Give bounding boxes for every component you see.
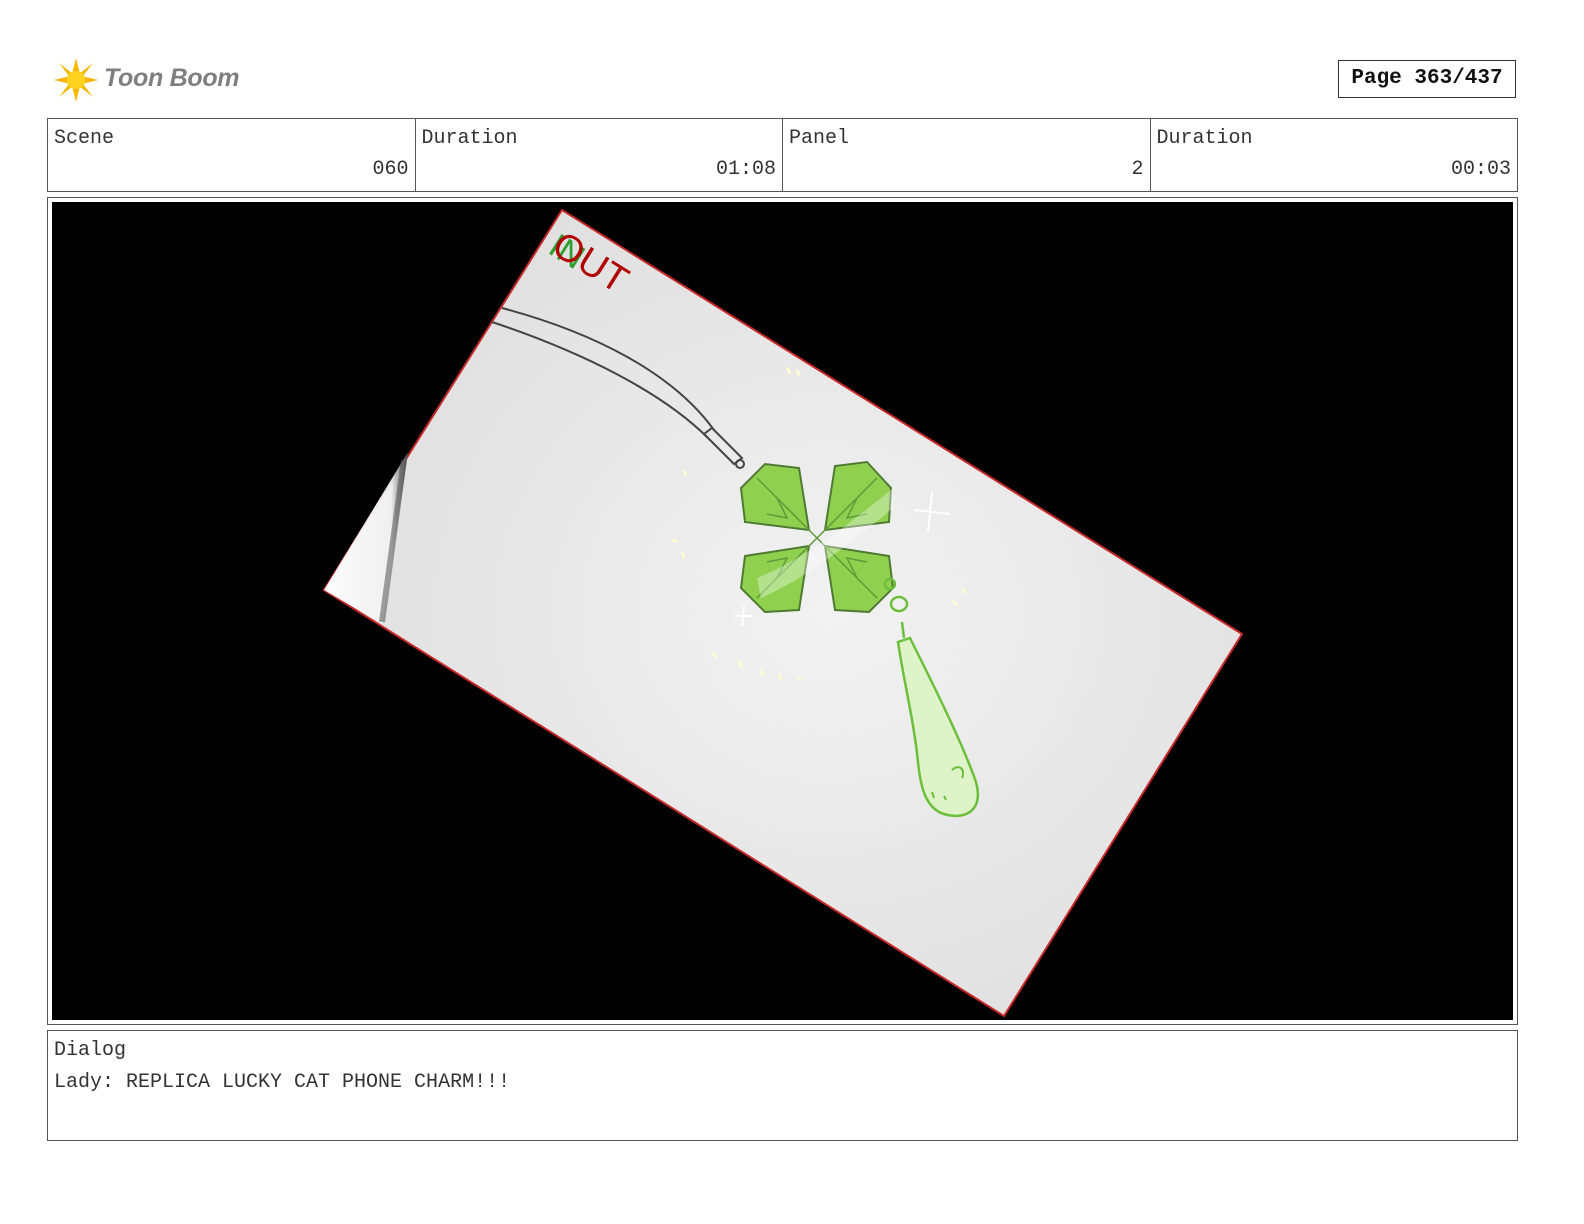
storyboard-drawing: IN OUT	[322, 208, 1244, 1018]
panel-image: IN OUT	[52, 202, 1513, 1020]
sunburst-logo-icon	[54, 58, 98, 102]
dialog-label: Dialog	[54, 1039, 127, 1062]
panel-duration-label: Duration	[1156, 127, 1253, 150]
panel-duration-cell: Duration 00:03	[1151, 119, 1518, 191]
toon-boom-logo: Toon Boom	[50, 52, 250, 108]
scene-duration-label: Duration	[421, 127, 518, 150]
panel-duration-value: 00:03	[1450, 158, 1511, 181]
logo-text: Toon Boom	[104, 64, 240, 92]
dialog-box: Dialog Lady: REPLICA LUCKY CAT PHONE CHA…	[47, 1030, 1518, 1141]
scene-cell: Scene 060	[48, 119, 416, 191]
panel-value: 2	[1131, 158, 1144, 181]
page-number: Page 363/437	[1338, 60, 1516, 98]
dialog-text: Lady: REPLICA LUCKY CAT PHONE CHARM!!!	[54, 1071, 511, 1094]
panel-frame: IN OUT	[47, 197, 1518, 1025]
scene-duration-value: 01:08	[715, 158, 776, 181]
panel-cell: Panel 2	[783, 119, 1151, 191]
paper-sheet	[322, 208, 1244, 1018]
scene-duration-cell: Duration 01:08	[416, 119, 783, 191]
scene-label: Scene	[54, 127, 115, 150]
panel-label: Panel	[789, 127, 850, 150]
scene-value: 060	[372, 158, 409, 181]
panel-info-row: Scene 060 Duration 01:08 Panel 2 Duratio…	[47, 118, 1518, 192]
